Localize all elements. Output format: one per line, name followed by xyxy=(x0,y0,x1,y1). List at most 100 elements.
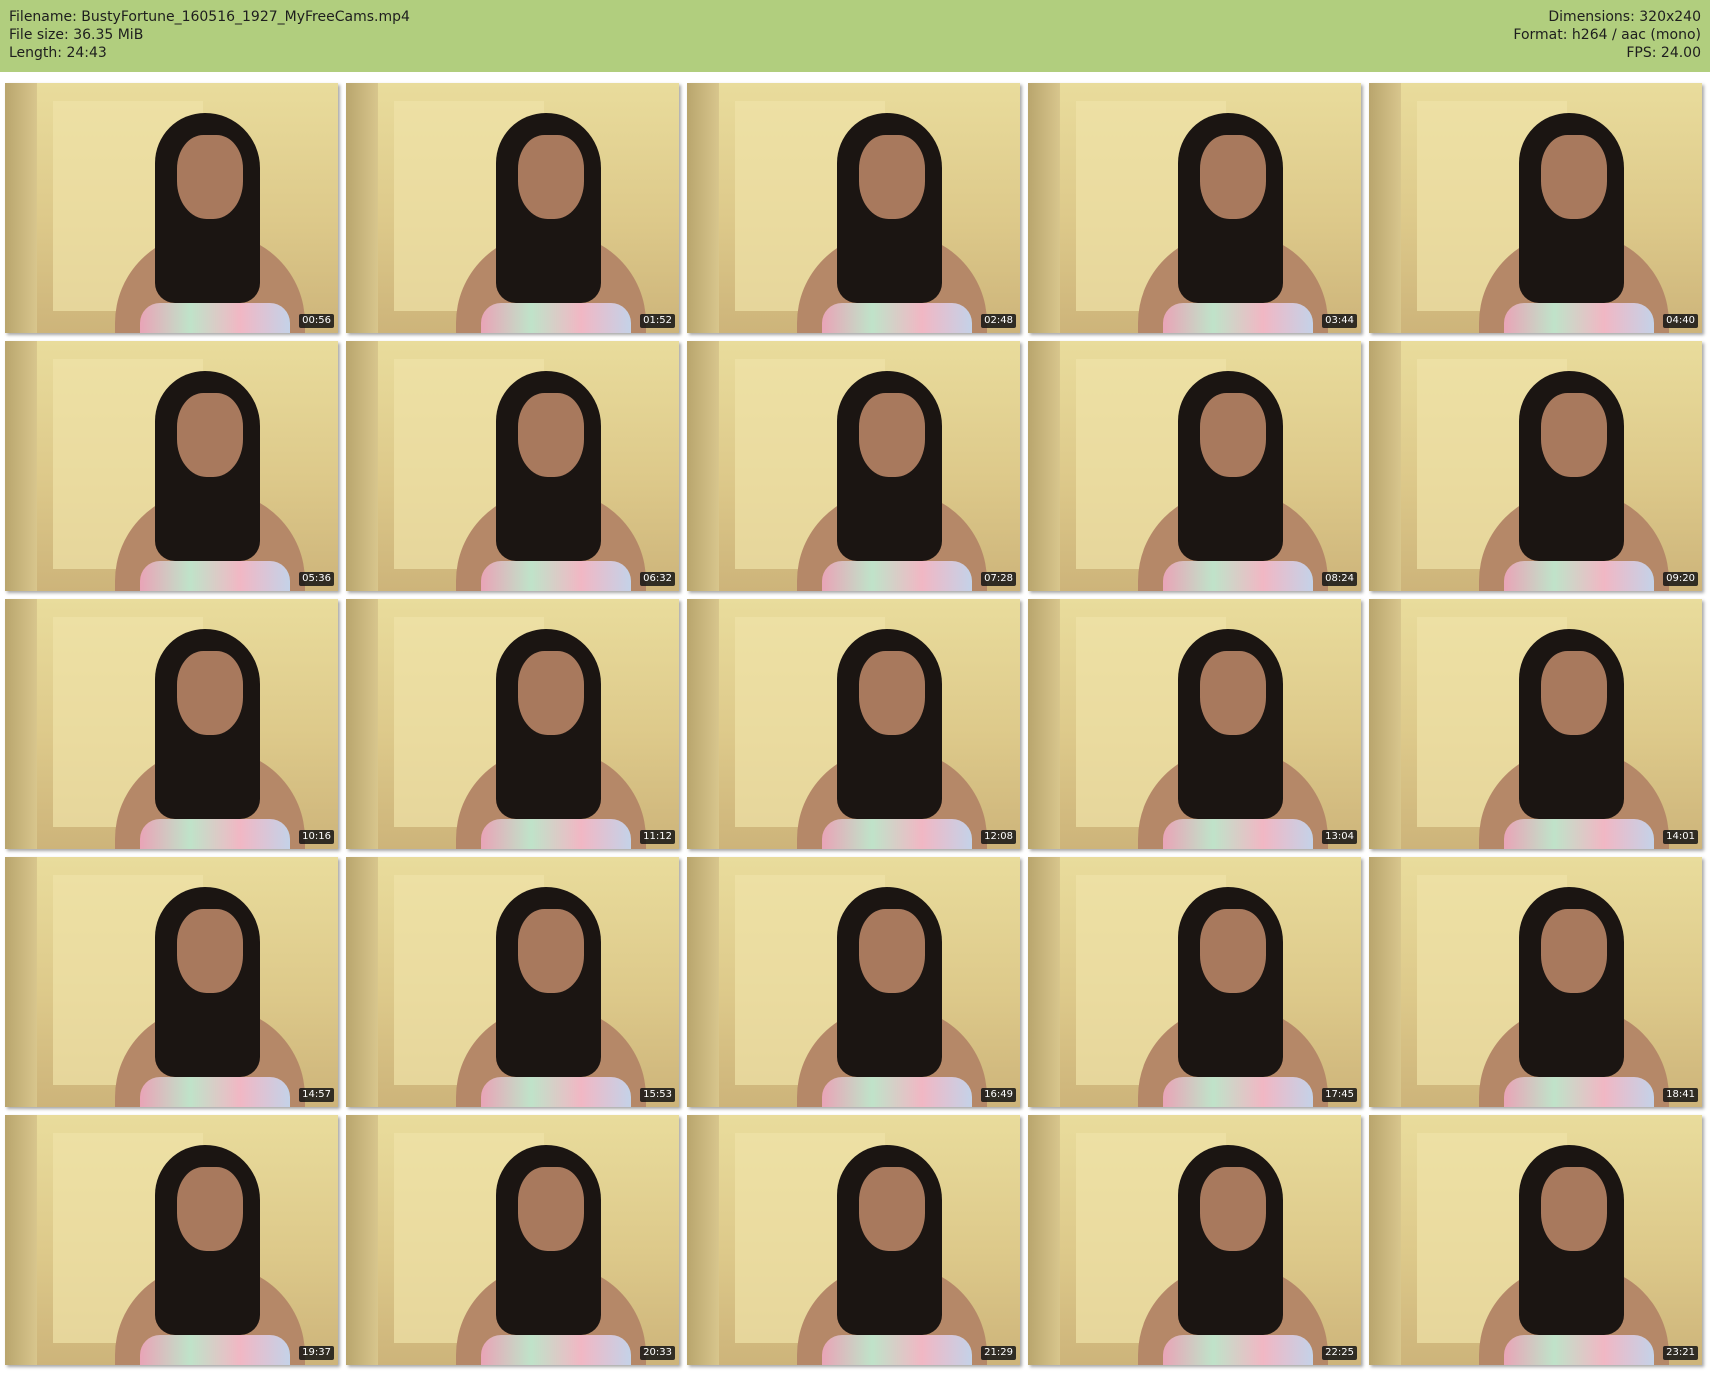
timestamp-label: 08:24 xyxy=(1322,572,1357,586)
subject-top xyxy=(481,819,631,849)
wall-shadow xyxy=(1369,341,1401,591)
timestamp-label: 16:49 xyxy=(981,1088,1016,1102)
frame-subject xyxy=(1138,371,1328,591)
timestamp-label: 22:25 xyxy=(1322,1346,1357,1360)
fps-label: FPS: 24.00 xyxy=(1626,45,1701,61)
timestamp-label: 02:48 xyxy=(981,314,1016,328)
timestamp-label: 04:40 xyxy=(1663,314,1698,328)
wall-shadow xyxy=(1028,83,1060,333)
video-thumbnail[interactable]: 00:56 xyxy=(5,83,338,333)
frame-subject xyxy=(797,887,987,1107)
wall-shadow xyxy=(1369,1115,1401,1365)
timestamp-label: 19:37 xyxy=(299,1346,334,1360)
file-info-left: Filename: BustyFortune_160516_1927_MyFre… xyxy=(9,8,410,62)
video-thumbnail[interactable]: 08:24 xyxy=(1028,341,1361,591)
wall-shadow xyxy=(346,857,378,1107)
timestamp-label: 18:41 xyxy=(1663,1088,1698,1102)
subject-face xyxy=(1200,651,1266,735)
subject-face xyxy=(177,651,243,735)
subject-top xyxy=(1504,1077,1654,1107)
filename-label: Filename: BustyFortune_160516_1927_MyFre… xyxy=(9,9,410,25)
subject-top xyxy=(1163,303,1313,333)
video-thumbnail[interactable]: 14:01 xyxy=(1369,599,1702,849)
frame-subject xyxy=(1479,113,1669,333)
video-thumbnail[interactable]: 21:29 xyxy=(687,1115,1020,1365)
wall-shadow xyxy=(687,1115,719,1365)
timestamp-label: 05:36 xyxy=(299,572,334,586)
frame-subject xyxy=(1138,1145,1328,1365)
video-thumbnail[interactable]: 16:49 xyxy=(687,857,1020,1107)
subject-top xyxy=(1504,303,1654,333)
video-thumbnail[interactable]: 01:52 xyxy=(346,83,679,333)
video-thumbnail[interactable]: 06:32 xyxy=(346,341,679,591)
timestamp-label: 11:12 xyxy=(640,830,675,844)
frame-subject xyxy=(1138,887,1328,1107)
video-thumbnail[interactable]: 04:40 xyxy=(1369,83,1702,333)
video-thumbnail[interactable]: 09:20 xyxy=(1369,341,1702,591)
timestamp-label: 17:45 xyxy=(1322,1088,1357,1102)
video-thumbnail[interactable]: 20:33 xyxy=(346,1115,679,1365)
frame-subject xyxy=(1138,629,1328,849)
video-thumbnail[interactable]: 11:12 xyxy=(346,599,679,849)
video-thumbnail[interactable]: 18:41 xyxy=(1369,857,1702,1107)
frame-subject xyxy=(456,371,646,591)
subject-face xyxy=(859,135,925,219)
video-thumbnail[interactable]: 22:25 xyxy=(1028,1115,1361,1365)
subject-top xyxy=(822,1335,972,1365)
wall-shadow xyxy=(5,599,37,849)
subject-face xyxy=(177,135,243,219)
timestamp-label: 03:44 xyxy=(1322,314,1357,328)
video-thumbnail[interactable]: 13:04 xyxy=(1028,599,1361,849)
video-thumbnail[interactable]: 07:28 xyxy=(687,341,1020,591)
timestamp-label: 14:57 xyxy=(299,1088,334,1102)
subject-face xyxy=(177,393,243,477)
wall-shadow xyxy=(687,599,719,849)
subject-top xyxy=(140,1335,290,1365)
video-thumbnail[interactable]: 03:44 xyxy=(1028,83,1361,333)
video-thumbnail[interactable]: 05:36 xyxy=(5,341,338,591)
video-thumbnail[interactable]: 12:08 xyxy=(687,599,1020,849)
video-thumbnail[interactable]: 14:57 xyxy=(5,857,338,1107)
wall-shadow xyxy=(1028,599,1060,849)
timestamp-label: 20:33 xyxy=(640,1346,675,1360)
wall-shadow xyxy=(5,83,37,333)
timestamp-label: 07:28 xyxy=(981,572,1016,586)
file-info-header: Filename: BustyFortune_160516_1927_MyFre… xyxy=(0,0,1710,72)
subject-face xyxy=(1541,651,1607,735)
subject-face xyxy=(859,1167,925,1251)
subject-face xyxy=(1200,909,1266,993)
wall-shadow xyxy=(346,599,378,849)
subject-face xyxy=(1541,393,1607,477)
thumbnail-grid: 00:56 01:52 02:48 03:44 04:40 05:36 06:32 07:28… xyxy=(5,83,1705,1365)
subject-top xyxy=(822,819,972,849)
frame-subject xyxy=(115,629,305,849)
subject-top xyxy=(1504,561,1654,591)
timestamp-label: 12:08 xyxy=(981,830,1016,844)
timestamp-label: 13:04 xyxy=(1322,830,1357,844)
frame-subject xyxy=(1479,371,1669,591)
frame-subject xyxy=(115,371,305,591)
wall-shadow xyxy=(1369,857,1401,1107)
video-thumbnail[interactable]: 15:53 xyxy=(346,857,679,1107)
subject-face xyxy=(177,909,243,993)
format-label: Format: h264 / aac (mono) xyxy=(1513,27,1701,43)
subject-face xyxy=(518,909,584,993)
subject-top xyxy=(140,303,290,333)
timestamp-label: 00:56 xyxy=(299,314,334,328)
video-thumbnail[interactable]: 10:16 xyxy=(5,599,338,849)
frame-subject xyxy=(797,371,987,591)
wall-shadow xyxy=(346,1115,378,1365)
video-thumbnail[interactable]: 23:21 xyxy=(1369,1115,1702,1365)
timestamp-label: 09:20 xyxy=(1663,572,1698,586)
frame-subject xyxy=(1479,887,1669,1107)
subject-face xyxy=(518,651,584,735)
video-thumbnail[interactable]: 19:37 xyxy=(5,1115,338,1365)
timestamp-label: 23:21 xyxy=(1663,1346,1698,1360)
wall-shadow xyxy=(1028,341,1060,591)
video-thumbnail[interactable]: 17:45 xyxy=(1028,857,1361,1107)
video-thumbnail[interactable]: 02:48 xyxy=(687,83,1020,333)
frame-subject xyxy=(797,113,987,333)
file-info-right: Dimensions: 320x240 Format: h264 / aac (… xyxy=(1513,8,1701,62)
timestamp-label: 21:29 xyxy=(981,1346,1016,1360)
frame-subject xyxy=(1479,629,1669,849)
